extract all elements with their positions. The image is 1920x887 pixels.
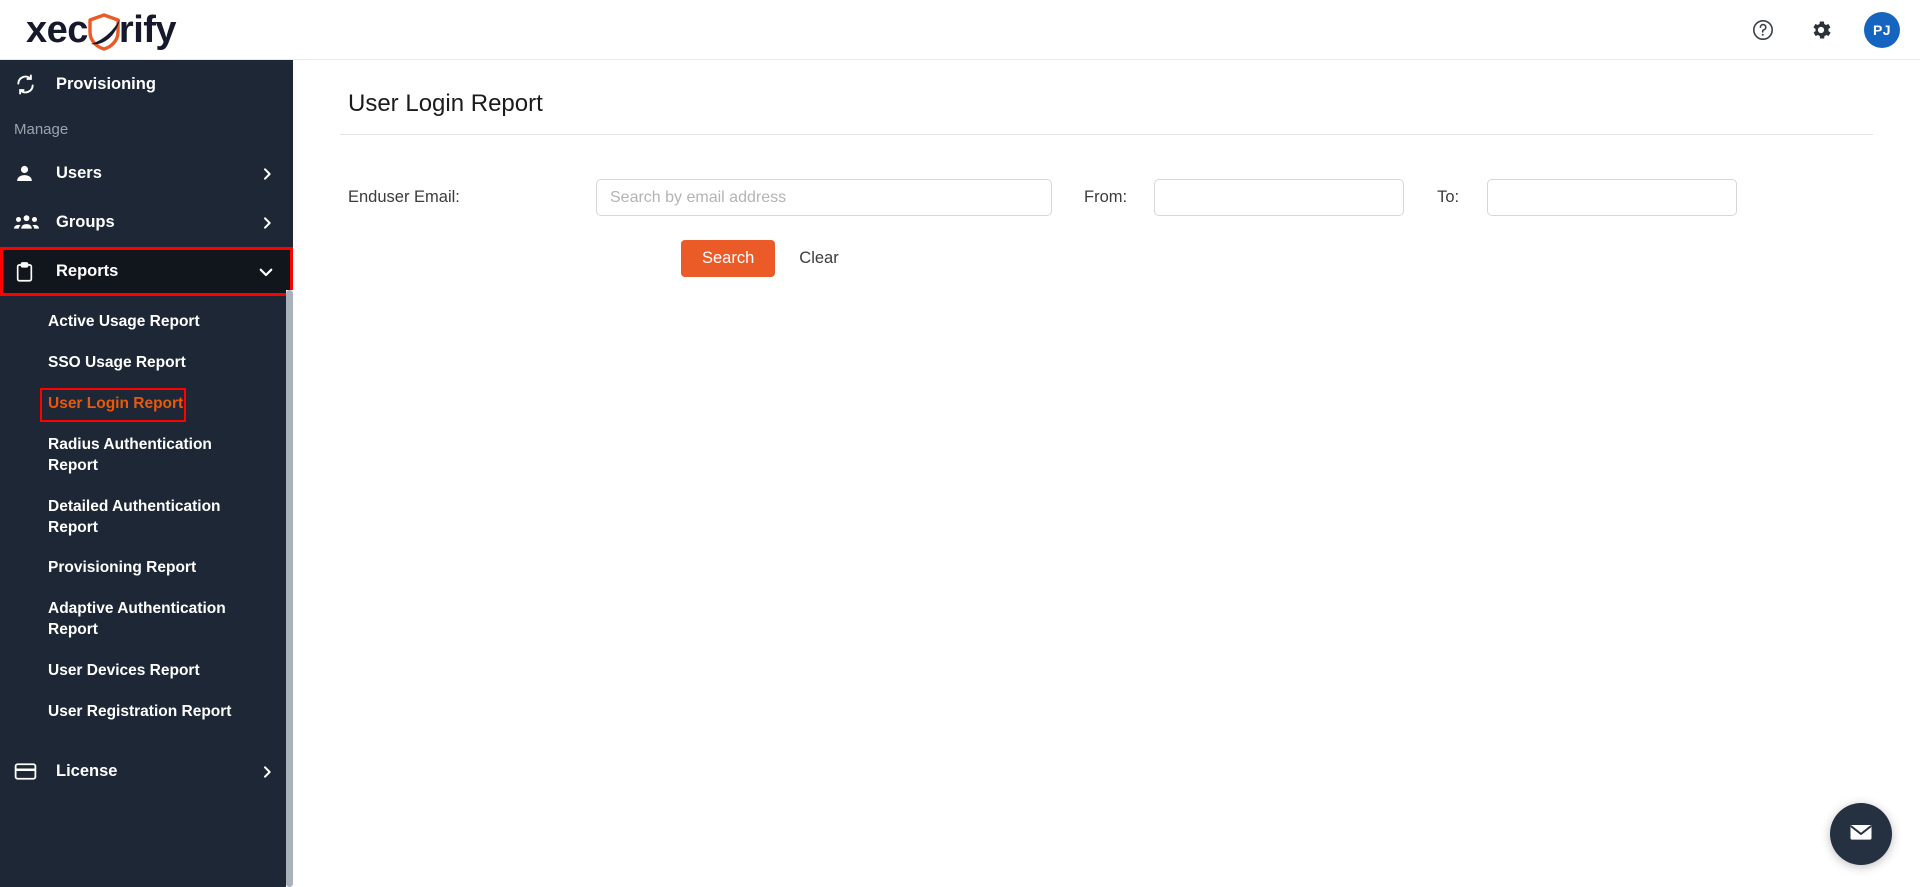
sidebar-item-label: Reports [56, 262, 119, 280]
help-circle-icon[interactable] [1748, 15, 1778, 45]
sidebar-subitem-radius-authentication-report[interactable]: Radius Authentication Report [0, 425, 262, 487]
sidebar: Provisioning Manage Users Groups Reports… [0, 60, 293, 887]
sidebar-content: Provisioning Manage Users Groups Reports… [0, 60, 293, 796]
chevron-down-icon[interactable] [257, 263, 275, 281]
sidebar-subitem-adaptive-authentication-report[interactable]: Adaptive Authentication Report [0, 589, 262, 651]
chat-widget-button[interactable] [1830, 803, 1892, 865]
main-content: User Login Report Enduser Email: From: T… [293, 60, 1920, 887]
sync-arrows-icon [14, 73, 44, 96]
logo-text-after: rify [118, 9, 177, 51]
envelope-icon [1846, 817, 1876, 852]
search-button[interactable]: Search [681, 240, 776, 277]
sidebar-subitem-user-registration-report[interactable]: User Registration Report [0, 692, 262, 733]
filter-actions: Search Clear [293, 216, 1920, 277]
sidebar-item-reports[interactable]: Reports [0, 247, 293, 296]
logo-wordmark: xec rify [26, 9, 177, 51]
clear-button[interactable]: Clear [799, 249, 838, 268]
top-header-bar: xec rify PJ [0, 0, 1920, 60]
logo-text-before: xec [26, 9, 88, 51]
to-date-input[interactable] [1487, 179, 1738, 216]
sidebar-item-groups[interactable]: Groups [0, 198, 293, 247]
reports-submenu: Active Usage Report SSO Usage Report Use… [0, 296, 293, 734]
sidebar-subitem-detailed-authentication-report[interactable]: Detailed Authentication Report [0, 487, 262, 549]
from-date-input[interactable] [1154, 179, 1405, 216]
avatar[interactable]: PJ [1864, 12, 1900, 48]
sidebar-subitem-user-login-report[interactable]: User Login Report [0, 384, 262, 425]
header-actions: PJ [1748, 0, 1900, 60]
shield-icon [87, 13, 121, 51]
user-icon [14, 163, 44, 184]
sidebar-item-label: License [56, 762, 118, 781]
sidebar-item-label: Groups [56, 213, 115, 231]
users-group-icon [14, 212, 44, 233]
sidebar-section-manage: Manage [14, 121, 69, 138]
credit-card-icon [14, 762, 44, 781]
sidebar-item-label: Provisioning [56, 75, 156, 93]
sidebar-subitem-provisioning-report[interactable]: Provisioning Report [0, 548, 262, 589]
sidebar-subitem-sso-usage-report[interactable]: SSO Usage Report [0, 343, 262, 384]
from-label: From: [1084, 188, 1128, 206]
to-label: To: [1437, 188, 1460, 206]
clipboard-icon [14, 261, 44, 283]
sidebar-subitem-user-devices-report[interactable]: User Devices Report [0, 651, 262, 692]
sidebar-item-license[interactable]: License [0, 747, 293, 796]
xecurify-logo[interactable]: xec rify [26, 6, 177, 54]
gear-icon[interactable] [1806, 15, 1836, 45]
page-title: User Login Report [348, 90, 543, 117]
sidebar-subitem-active-usage-report[interactable]: Active Usage Report [0, 302, 262, 343]
chevron-right-icon[interactable] [259, 764, 275, 780]
enduser-email-input[interactable] [596, 179, 1052, 216]
sidebar-item-users[interactable]: Users [0, 149, 293, 198]
app-root: xec rify PJ Provisioning Manage Users Gr… [0, 0, 1920, 887]
enduser-email-label: Enduser Email: [348, 188, 460, 206]
sidebar-item-label: Users [56, 164, 102, 182]
chevron-right-icon[interactable] [259, 166, 275, 182]
sidebar-item-provisioning[interactable]: Provisioning [0, 60, 293, 109]
chevron-right-icon[interactable] [259, 215, 275, 231]
sidebar-scrollbar-thumb[interactable] [286, 290, 293, 887]
filter-bar: Enduser Email: From: To: [293, 135, 1920, 216]
